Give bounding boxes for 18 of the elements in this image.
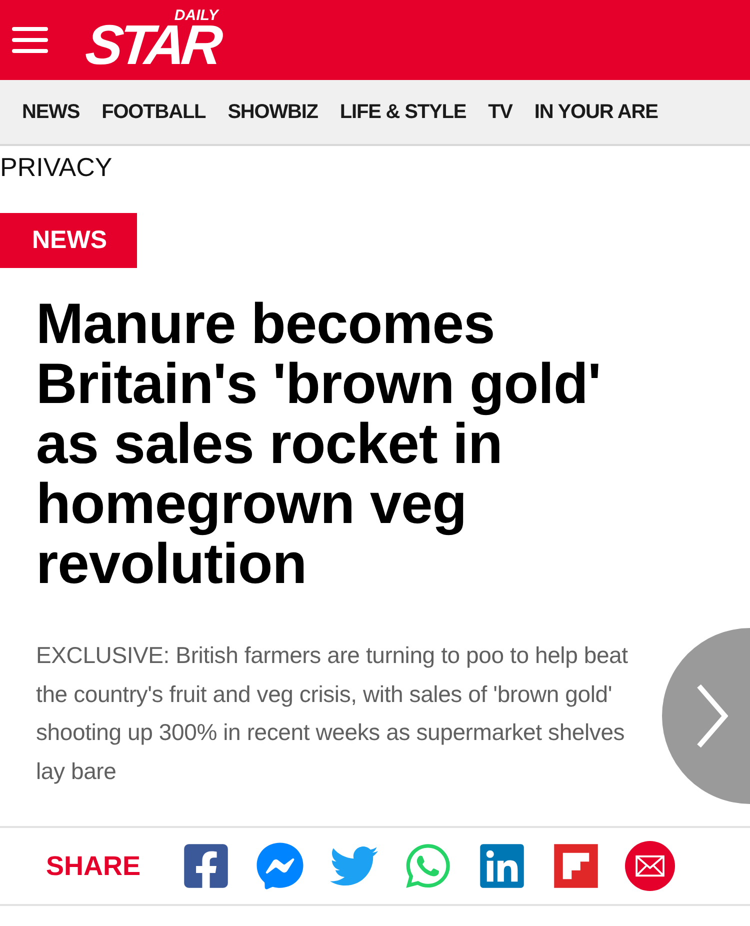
logo-text[interactable]: DAILY: [174, 8, 218, 22]
standfirst: EXCLUSIVE: British farmers are turning to poo to help beat the country's fruit and veg crisis, with sales of 'brown gold' shooting up 300% in recent weeks as supermarket shelves lay bare: [36, 641, 629, 786]
share-button[interactable]: [624, 841, 675, 891]
menu-icon[interactable]: [12, 27, 48, 53]
share-button[interactable]: [254, 841, 305, 891]
nav-link[interactable]: FOOTBALL: [102, 100, 206, 124]
privacy-link[interactable]: PRIVACY: [0, 152, 750, 183]
nav-link[interactable]: LIFE & STYLE: [340, 100, 466, 124]
envelope-icon: [624, 840, 675, 892]
headline: Manure becomes Britain's 'brown gold' as sales rocket in homegrown veg revolution: [36, 294, 602, 594]
nav-link[interactable]: NEWS: [22, 100, 80, 124]
section-tag[interactable]: NEWS: [0, 213, 137, 268]
nav-link[interactable]: SHOWBIZ: [228, 100, 318, 124]
chevron-right-icon: [696, 683, 728, 749]
nav-link[interactable]: IN YOUR ARE: [534, 100, 658, 124]
messenger-icon: [256, 842, 304, 890]
share-label: SHARE: [46, 850, 141, 882]
nav-link[interactable]: TV: [488, 100, 512, 124]
